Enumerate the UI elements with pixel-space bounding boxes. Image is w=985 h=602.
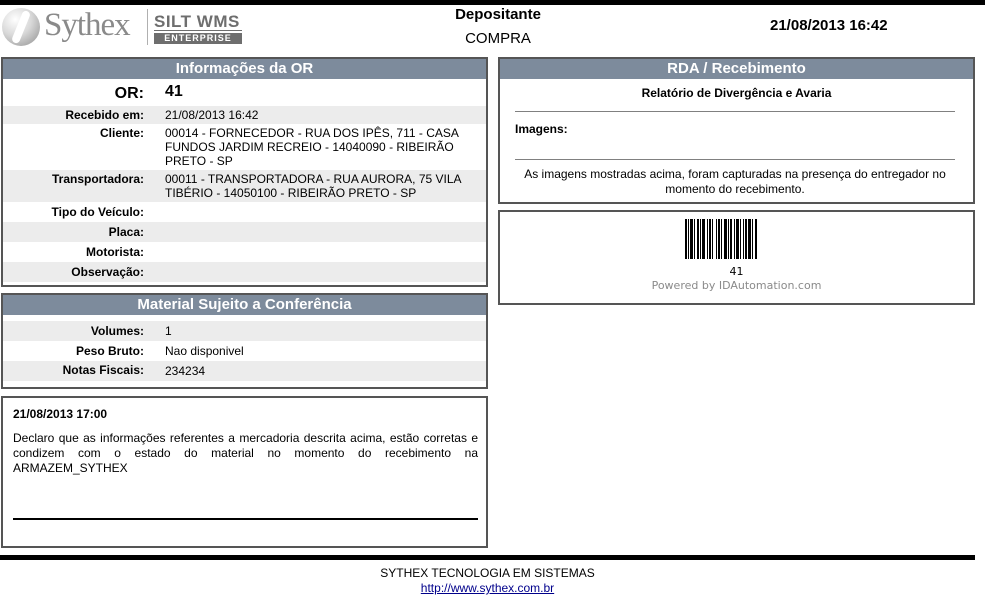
footer-link[interactable]: http://www.sythex.com.br [0,581,975,595]
company-logo: Sythex SILT WMS ENTERPRISE [2,6,242,48]
volumes-label: Volumes: [90,324,144,338]
carrier-value: 00011 - TRANSPORTADORA - RUA AURORA, 75 … [165,172,461,200]
received-label: Recebido em: [65,108,144,122]
client-label: Cliente: [99,126,144,140]
declaration-text: Declaro que as informações referentes a … [13,431,478,475]
barcode-bar [712,219,713,259]
barcode-bar [724,219,727,259]
barcode-bar [716,219,717,259]
material-row: Peso Bruto: Nao disponivel [3,341,486,361]
logo-edition: ENTERPRISE [154,33,242,44]
or-field-row: Motorista: [3,242,486,262]
barcode-powered-by: Powered by IDAutomation.com [651,279,822,292]
barcode-bar [709,219,711,259]
top-border [0,0,985,5]
or-info-title: Informações da OR [3,59,486,79]
or-number-row: OR: 41 [3,82,486,104]
barcode-bar [685,219,687,259]
barcode-bar [734,219,735,259]
carrier-label: Transportadora: [51,172,144,186]
or-field-row: Placa: [3,222,486,242]
client-value: 00014 - FORNECEDOR - RUA DOS IPÊS, 711 -… [165,126,459,168]
barcode-bar [718,219,720,259]
bottom-border [0,555,975,560]
barcode-bar [740,219,741,259]
barcode-bar [755,219,757,259]
or-number-value: 41 [165,83,183,100]
logo-wordmark: Sythex [44,7,131,43]
invoices-value: 234234 [165,364,206,378]
logo-separator [147,9,148,45]
or-field-row: Cliente: 00014 - FORNECEDOR - RUA DOS IP… [3,124,486,170]
material-title: Material Sujeito a Conferência [3,295,486,315]
page-subtitle: COMPRA [465,30,531,47]
images-label: Imagens: [515,122,568,136]
observation-label: Observação: [71,265,144,279]
invoices-label: Notas Fiscais: [62,363,144,377]
or-field-row: Recebido em: 21/08/2013 16:42 [3,106,486,124]
vehicle-type-label: Tipo do Veículo: [51,205,144,219]
material-panel: Material Sujeito a Conferência Volumes: … [1,293,488,389]
or-number-label: OR: [114,85,144,102]
volumes-value: 1 [165,324,172,338]
plate-label: Placa: [108,225,144,239]
rda-title: RDA / Recebimento [500,59,973,79]
barcode-image [685,219,789,259]
gross-weight-value: Nao disponivel [165,344,244,358]
declaration-date: 21/08/2013 17:00 [13,407,108,421]
barcode-bar [694,219,695,259]
barcode-bar [730,219,732,259]
header-datetime: 21/08/2013 16:42 [770,17,888,34]
barcode-bar [728,219,729,259]
barcode-bar [752,219,753,259]
barcode-bar [748,219,751,259]
barcode-bar [700,219,701,259]
page-title: Depositante [455,6,541,23]
barcode-bar [690,219,693,259]
driver-label: Motorista: [86,245,144,259]
received-value: 21/08/2013 16:42 [165,108,259,122]
declaration-panel: 21/08/2013 17:00 Declaro que as informaç… [1,396,488,548]
or-field-row: Transportadora: 00011 - TRANSPORTADORA -… [3,170,486,202]
barcode-panel: 41 Powered by IDAutomation.com [498,210,975,305]
barcode-bar [721,219,722,259]
barcode-bar [688,219,689,259]
or-field-row: Tipo do Veículo: [3,202,486,222]
or-info-panel: Informações da OR OR: 41 Recebido em: 21… [1,57,488,287]
rda-divider-bottom [515,159,955,160]
barcode-bar [707,219,708,259]
material-row: Notas Fiscais: 234234 [3,361,486,381]
or-field-row: Observação: [3,262,486,282]
gross-weight-label: Peso Bruto: [75,344,144,358]
rda-subtitle: Relatório de Divergência e Avaria [641,86,832,100]
rda-panel: RDA / Recebimento Relatório de Divergênc… [498,57,975,204]
signature-line [13,518,478,520]
images-note: As imagens mostradas acima, foram captur… [524,167,946,196]
logo-product: SILT WMS [154,12,240,31]
barcode-bar [697,219,699,259]
barcode-bar [743,219,744,259]
rda-divider-top [515,111,955,112]
barcode-bar [702,219,705,259]
barcode-number: 41 [729,265,744,278]
barcode-bar [745,219,747,259]
footer-company: SYTHEX TECNOLOGIA EM SISTEMAS [380,566,595,580]
barcode-bar [736,219,739,259]
material-row: Volumes: 1 [3,321,486,341]
logo-product-underline [154,30,242,31]
